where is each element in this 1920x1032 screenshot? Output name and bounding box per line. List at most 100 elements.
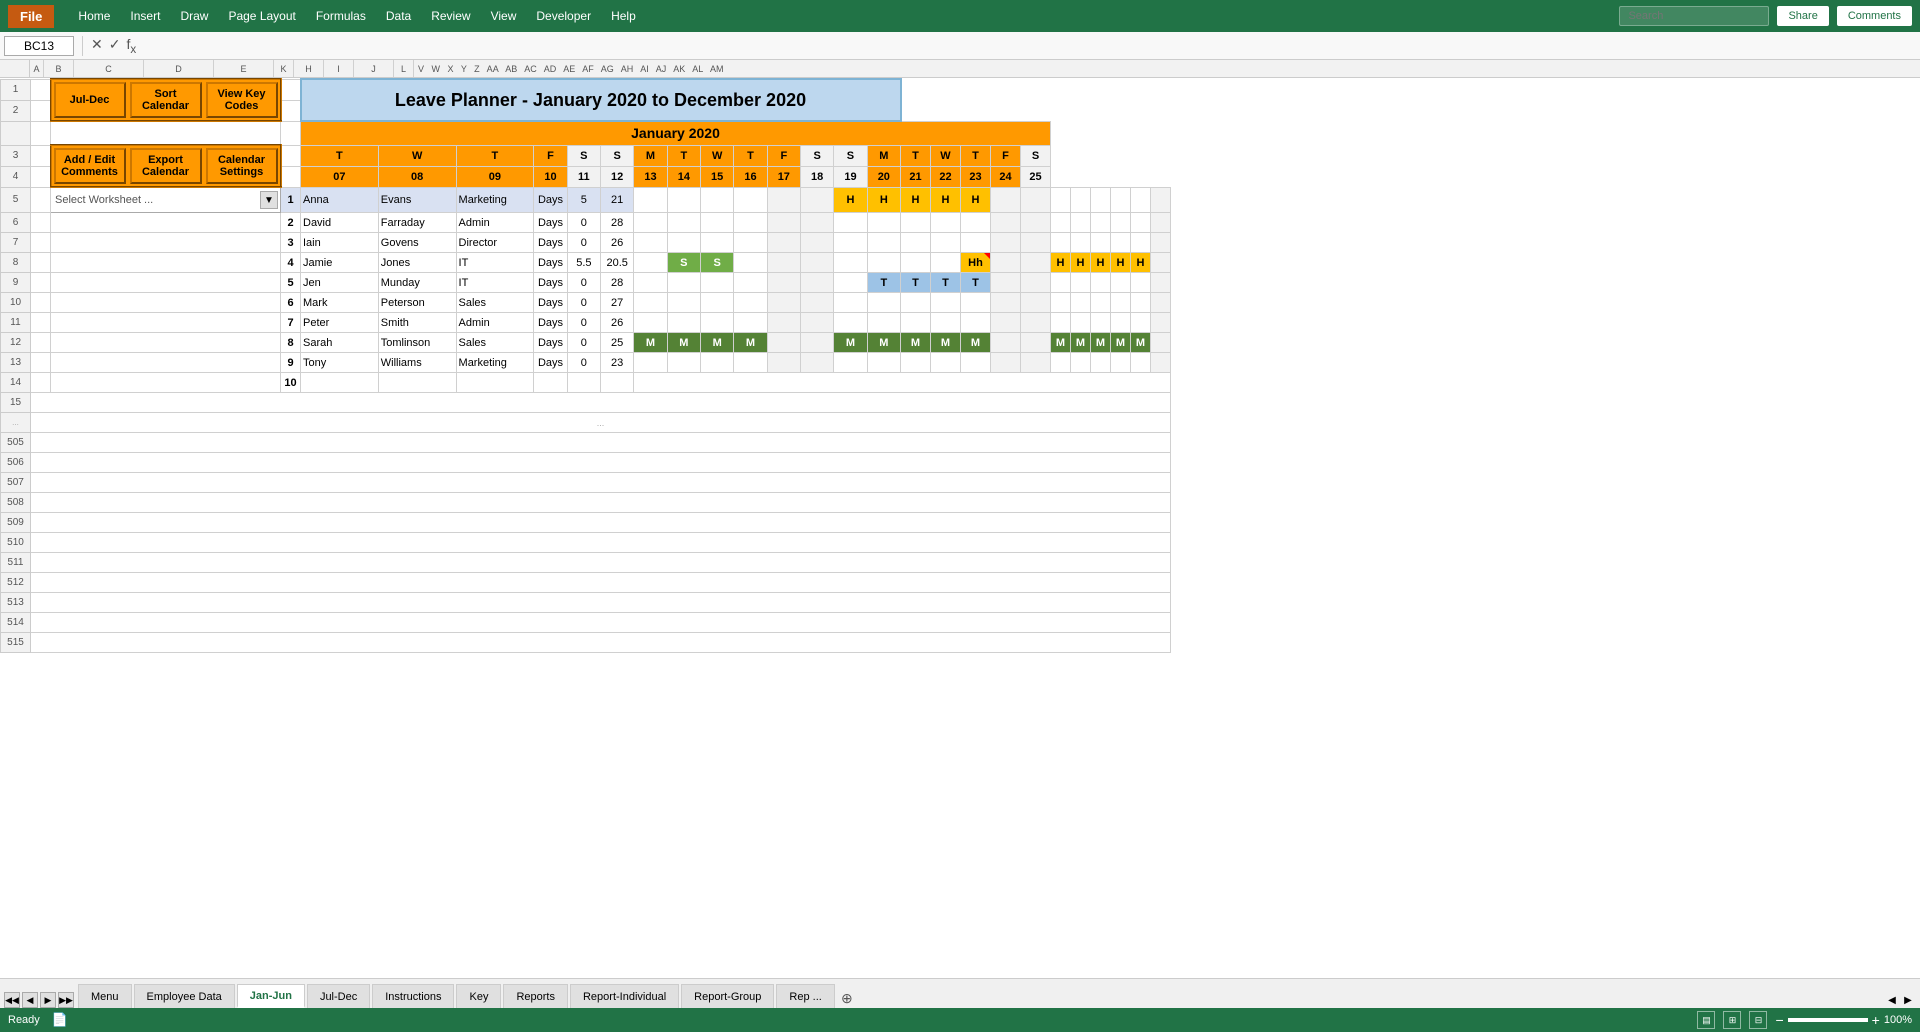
tab-menu[interactable]: Menu [78,984,132,1008]
cell-a13[interactable] [31,353,51,373]
sarah-12[interactable] [800,333,833,353]
col-firstname-3[interactable]: Iain [301,233,379,253]
tab-reports[interactable]: Reports [503,984,568,1008]
peter-18[interactable] [991,313,1021,333]
tony-07[interactable] [634,353,667,373]
row15-empty[interactable] [31,393,1171,413]
menu-home[interactable]: Home [70,5,118,27]
tab-scroll-right[interactable]: ▶▶ [58,992,74,1008]
sarah-25[interactable] [1151,333,1171,353]
tab-rep-more[interactable]: Rep ... [776,984,834,1008]
col-tracked-6[interactable]: Days [534,293,567,313]
col-id-1[interactable]: 1 [281,187,301,213]
menu-help[interactable]: Help [603,5,644,27]
sarah-11[interactable] [767,333,800,353]
jamie-09[interactable]: S [701,253,734,273]
row507-empty[interactable] [31,473,1171,493]
tony-14[interactable] [867,353,900,373]
col-firstname-5[interactable]: Jen [301,273,379,293]
jen-12[interactable] [800,273,833,293]
mark-23[interactable] [1111,293,1131,313]
zoom-in-button[interactable]: + [1872,1012,1880,1028]
col-header-i[interactable]: I [324,60,354,77]
col-firstname-9[interactable]: Tony [301,353,379,373]
jamie-07[interactable] [634,253,667,273]
david-23[interactable] [1111,213,1131,233]
add-sheet-button[interactable]: ⊕ [837,988,857,1008]
col-dept-2[interactable]: Admin [456,213,534,233]
iain-24[interactable] [1131,233,1151,253]
col-firstname-10[interactable] [301,373,379,393]
iain-10[interactable] [734,233,767,253]
cell-k3[interactable] [281,145,301,166]
anna-10[interactable] [734,187,767,213]
col-id-5[interactable]: 5 [281,273,301,293]
jen-15[interactable]: T [901,273,931,293]
col-taken-7[interactable]: 0 [567,313,600,333]
iain-19[interactable] [1021,233,1051,253]
sort-calendar-button[interactable]: SortCalendar [130,82,202,118]
col-header-e[interactable]: E [214,60,274,77]
col-dept-4[interactable]: IT [456,253,534,273]
peter-10[interactable] [734,313,767,333]
tony-18[interactable] [991,353,1021,373]
sarah-18[interactable] [991,333,1021,353]
tony-13[interactable] [834,353,867,373]
iain-07[interactable] [634,233,667,253]
jen-24[interactable] [1131,273,1151,293]
david-12[interactable] [800,213,833,233]
col-tracked-10[interactable] [534,373,567,393]
tab-key[interactable]: Key [456,984,501,1008]
david-16[interactable] [931,213,961,233]
mark-18[interactable] [991,293,1021,313]
jamie-25[interactable] [1151,253,1171,273]
anna-23[interactable] [1111,187,1131,213]
tony-22[interactable] [1091,353,1111,373]
peter-09[interactable] [701,313,734,333]
col-lastname-6[interactable]: Peterson [378,293,456,313]
mark-17[interactable] [961,293,991,313]
anna-08[interactable] [667,187,700,213]
iain-15[interactable] [901,233,931,253]
anna-12[interactable] [800,187,833,213]
jamie-18[interactable] [991,253,1021,273]
david-13[interactable] [834,213,867,233]
col-firstname-8[interactable]: Sarah [301,333,379,353]
peter-25[interactable] [1151,313,1171,333]
select-worksheet-cell[interactable]: Select Worksheet ... ▼ [51,187,281,213]
mark-11[interactable] [767,293,800,313]
tab-jan-jun[interactable]: Jan-Jun [237,984,305,1008]
col-id-3[interactable]: 3 [281,233,301,253]
mark-09[interactable] [701,293,734,313]
jen-07[interactable] [634,273,667,293]
row512-empty[interactable] [31,573,1171,593]
col-lastname-9[interactable]: Williams [378,353,456,373]
iain-11[interactable] [767,233,800,253]
jamie-24[interactable]: H [1131,253,1151,273]
iain-22[interactable] [1091,233,1111,253]
mark-22[interactable] [1091,293,1111,313]
anna-19[interactable] [1021,187,1051,213]
tab-report-individual[interactable]: Report-Individual [570,984,679,1008]
grid-scroll-area[interactable]: 1 Jul-Dec SortCalendar View KeyCodes [0,78,1920,978]
col-remaining-7[interactable]: 26 [601,313,634,333]
jen-22[interactable] [1091,273,1111,293]
sarah-07[interactable]: M [634,333,667,353]
confirm-formula-icon[interactable]: ✓ [109,36,121,56]
jen-23[interactable] [1111,273,1131,293]
add-edit-comments-button[interactable]: Add / EditComments [54,148,126,184]
col-lastname-4[interactable]: Jones [378,253,456,273]
sarah-17[interactable]: M [961,333,991,353]
jamie-20[interactable]: H [1051,253,1071,273]
zoom-out-button[interactable]: − [1775,1012,1783,1028]
peter-23[interactable] [1111,313,1131,333]
col-tracked-3[interactable]: Days [534,233,567,253]
jamie-13[interactable] [834,253,867,273]
peter-19[interactable] [1021,313,1051,333]
col-dept-10[interactable] [456,373,534,393]
jamie-08[interactable]: S [667,253,700,273]
cell-a14[interactable] [31,373,51,393]
col-dept-1[interactable]: Marketing [456,187,534,213]
row511-empty[interactable] [31,553,1171,573]
mark-16[interactable] [931,293,961,313]
